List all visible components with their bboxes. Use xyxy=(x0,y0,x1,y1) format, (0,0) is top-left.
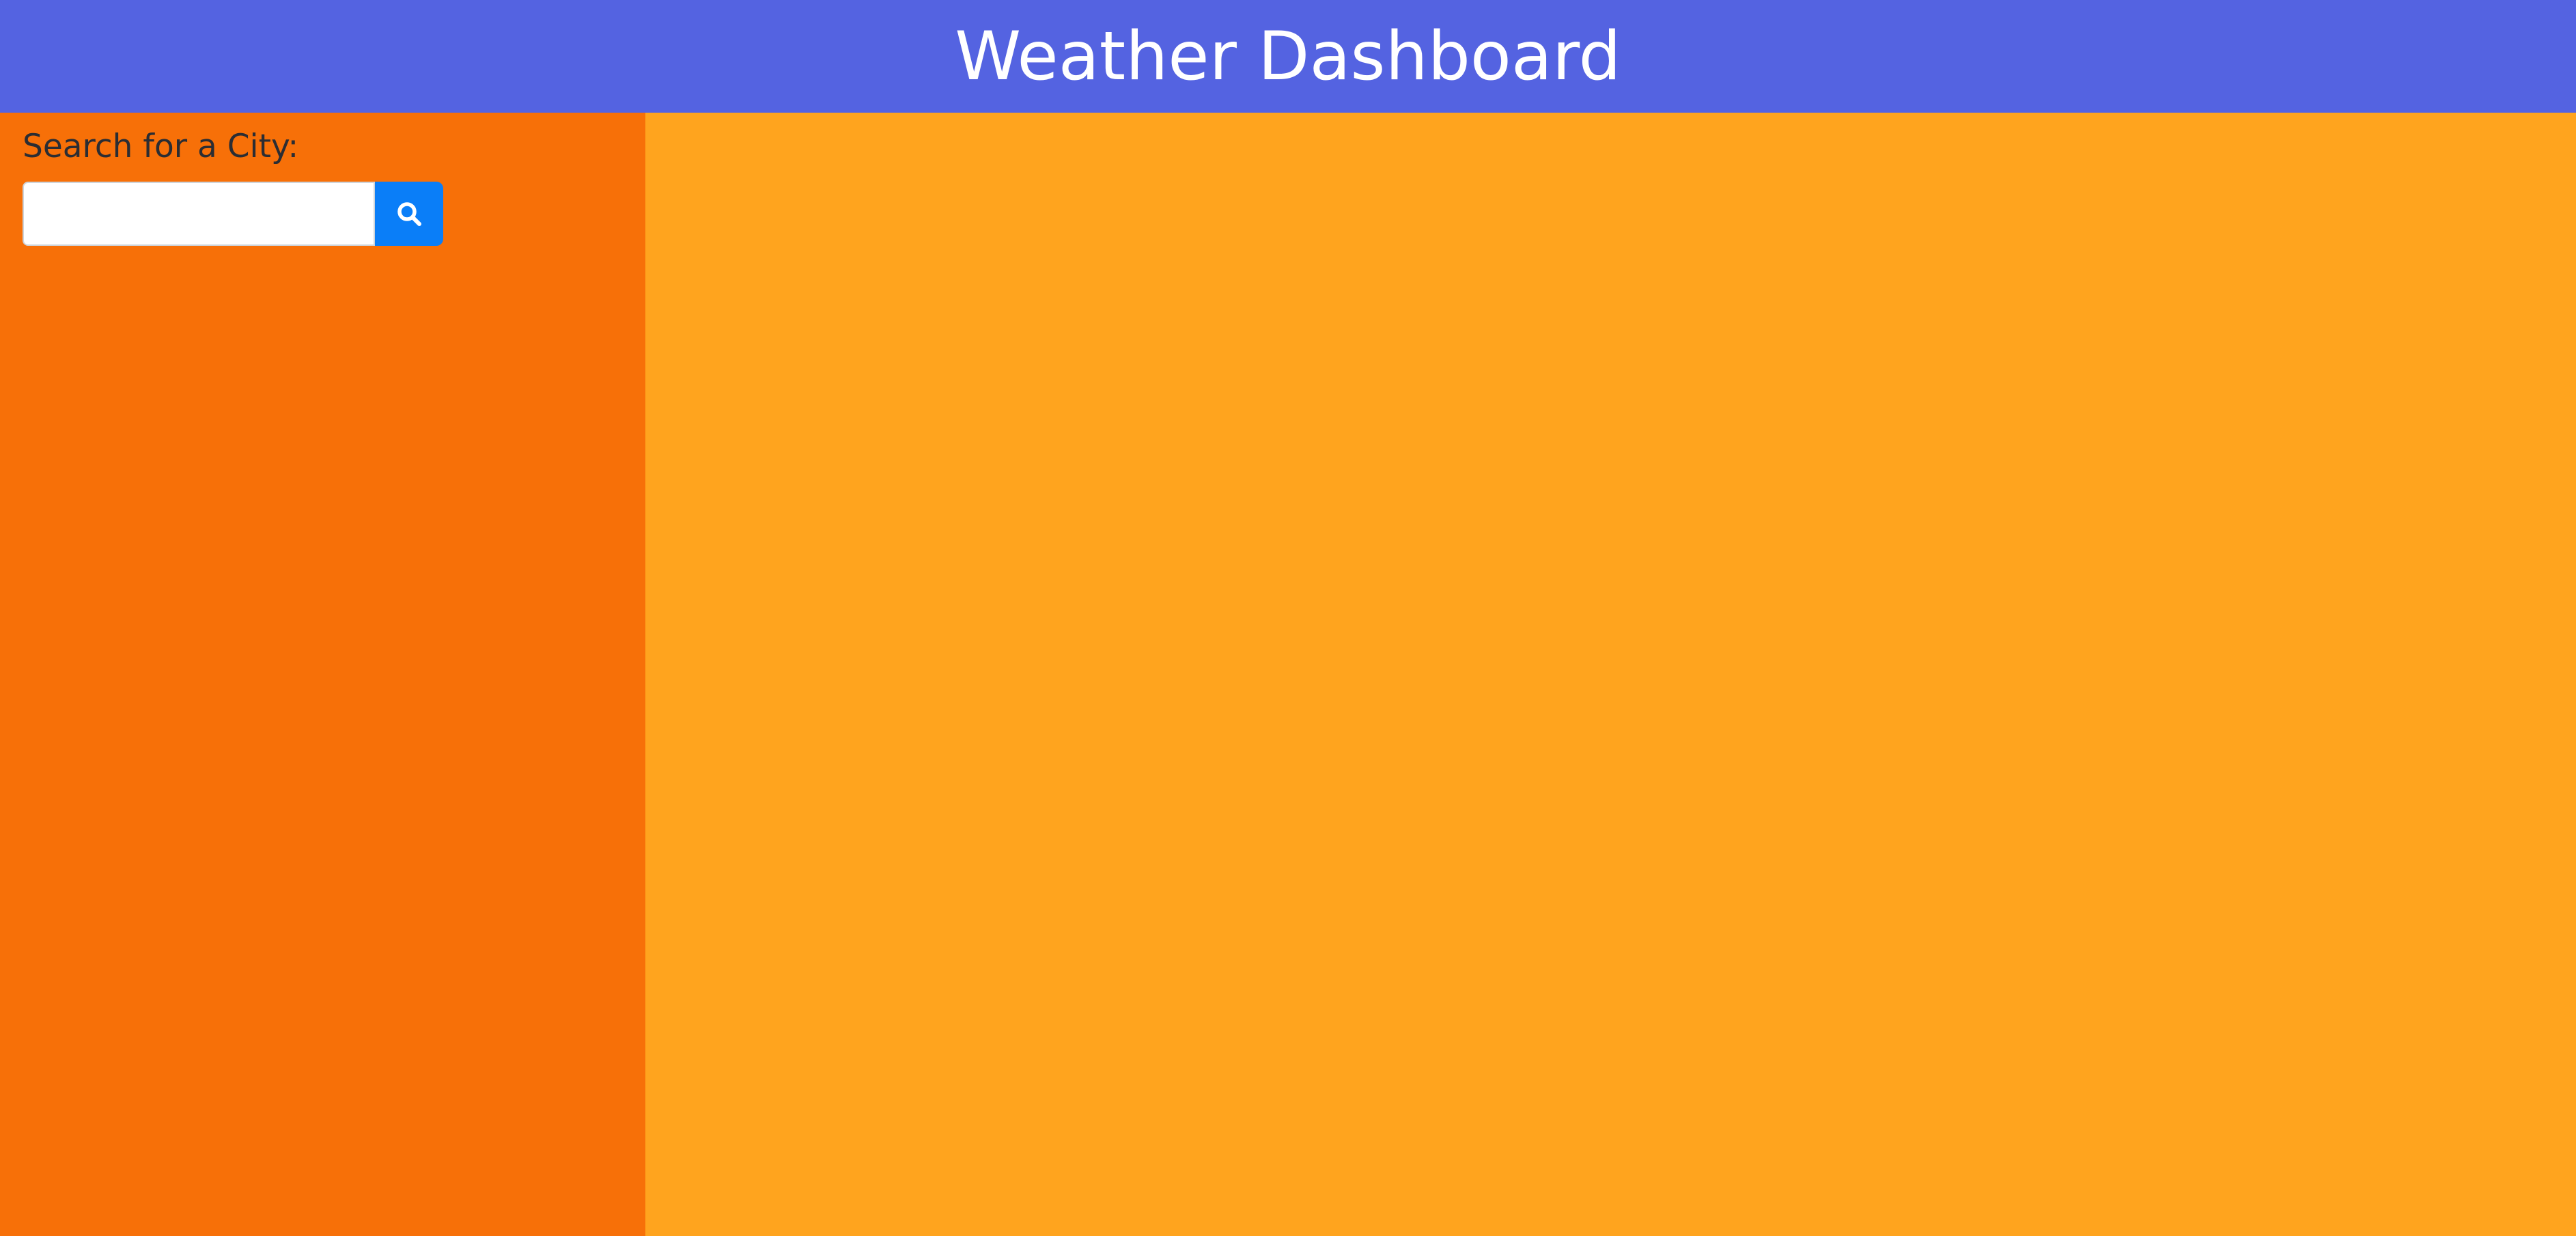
header-bar: Weather Dashboard xyxy=(0,0,2576,113)
weather-dashboard-app: Weather Dashboard Search for a City: xyxy=(0,0,2576,1236)
search-button[interactable] xyxy=(375,182,443,246)
content-area: Search for a City: xyxy=(0,113,2576,1236)
search-label: Search for a City: xyxy=(23,128,299,165)
search-icon xyxy=(395,200,423,227)
page-title: Weather Dashboard xyxy=(955,17,1621,96)
city-search-input[interactable] xyxy=(23,182,375,246)
weather-results-panel xyxy=(645,113,2576,1236)
search-sidebar: Search for a City: xyxy=(0,113,645,1236)
search-form xyxy=(23,182,623,246)
